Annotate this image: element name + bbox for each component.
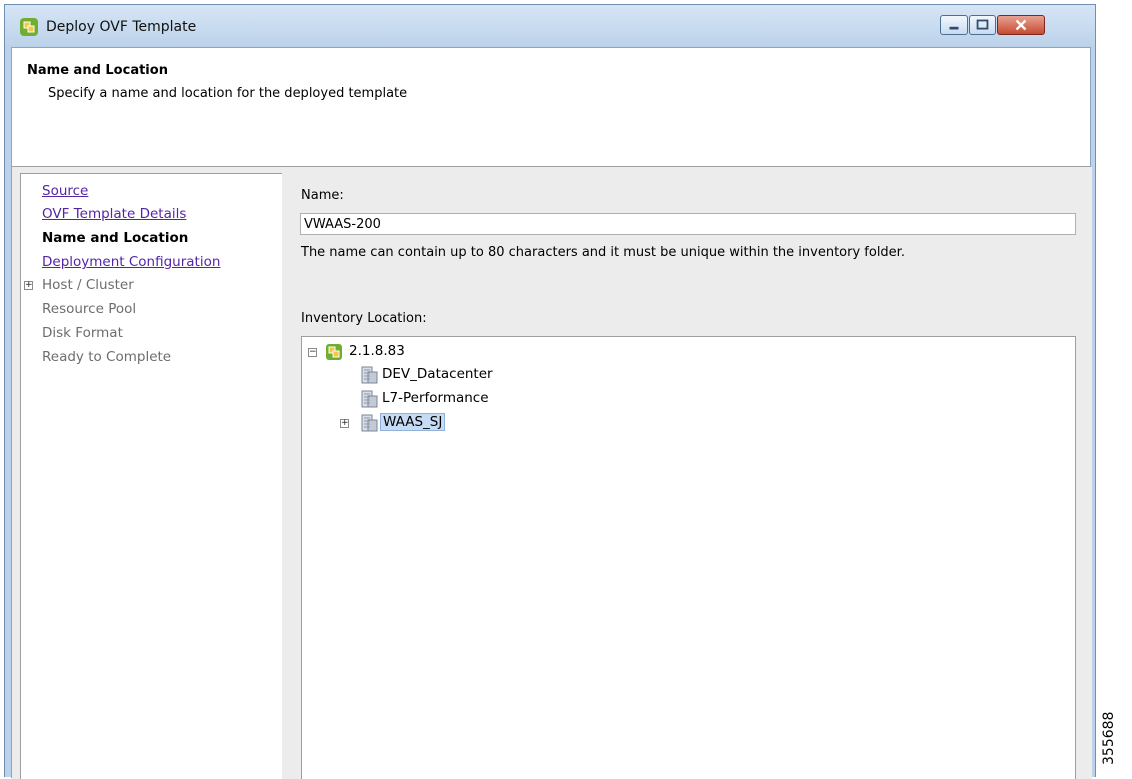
step-name-and-location: Name and Location [42, 230, 189, 246]
name-input[interactable] [300, 213, 1076, 235]
deploy-ovf-window: Deploy OVF Template Name and Location Sp… [4, 4, 1096, 779]
wizard-steps-panel: Source OVF Template Details Name and Loc… [20, 173, 282, 779]
inventory-tree[interactable]: − 2.1.8.83 DEV_Datacenter L7-Performance… [301, 336, 1076, 779]
name-label: Name: [301, 188, 344, 203]
window-title: Deploy OVF Template [46, 19, 197, 35]
page-title: Name and Location [27, 63, 168, 78]
name-location-pane: Name: The name can contain up to 80 char… [283, 167, 1092, 779]
wizard-header: Name and Location Specify a name and loc… [12, 48, 1090, 167]
vcenter-icon [326, 344, 342, 360]
name-hint: The name can contain up to 80 characters… [301, 245, 905, 260]
wizard-body: Source OVF Template Details Name and Loc… [12, 167, 1092, 779]
step-source[interactable]: Source [42, 183, 88, 199]
step-resource-pool: Resource Pool [42, 301, 137, 317]
datacenter-icon [361, 390, 378, 408]
step-deployment-configuration[interactable]: Deployment Configuration [42, 254, 220, 270]
step-ready-to-complete: Ready to Complete [42, 349, 172, 365]
expand-waas-sj-icon[interactable]: + [340, 419, 349, 428]
tree-node-label[interactable]: DEV_Datacenter [380, 366, 495, 382]
step-host-cluster: Host / Cluster [42, 277, 134, 293]
step-disk-format: Disk Format [42, 325, 123, 341]
vsphere-app-icon [20, 18, 38, 36]
figure-id: 355688 [1101, 711, 1117, 765]
wizard-client-area: Name and Location Specify a name and loc… [11, 47, 1092, 779]
close-icon [1015, 19, 1027, 31]
close-button[interactable] [997, 15, 1045, 35]
tree-node-label[interactable]: L7-Performance [380, 390, 491, 406]
maximize-icon [976, 19, 989, 30]
tree-root-label[interactable]: 2.1.8.83 [347, 343, 407, 359]
minimize-button[interactable] [940, 15, 968, 35]
inventory-location-label: Inventory Location: [301, 311, 427, 326]
minimize-icon [949, 26, 959, 30]
step-ovf-template-details[interactable]: OVF Template Details [42, 206, 186, 222]
page-subtitle: Specify a name and location for the depl… [48, 86, 408, 101]
datacenter-icon [361, 366, 378, 384]
title-bar[interactable]: Deploy OVF Template [5, 5, 1095, 47]
tree-node-label-selected[interactable]: WAAS_SJ [380, 413, 446, 431]
datacenter-icon [361, 414, 378, 432]
expand-host-cluster-icon[interactable]: + [24, 281, 33, 290]
collapse-root-icon[interactable]: − [308, 348, 317, 357]
maximize-button[interactable] [969, 15, 996, 35]
